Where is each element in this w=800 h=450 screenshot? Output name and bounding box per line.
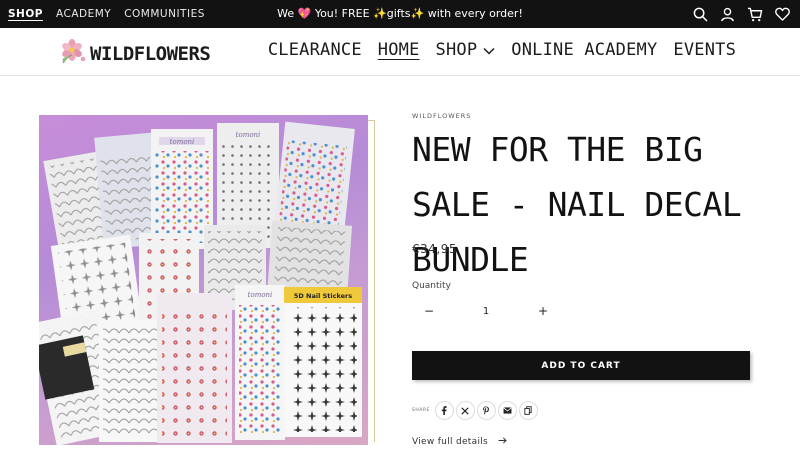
share-row: SHARE xyxy=(412,401,538,420)
quantity-plus-button[interactable]: + xyxy=(538,304,548,318)
chevron-down-icon xyxy=(483,40,495,60)
site-header: WILDFLOWERS CLEARANCE HOME SHOP ONLINE A… xyxy=(0,28,800,76)
main-nav: CLEARANCE HOME SHOP ONLINE ACADEMY EVENT… xyxy=(268,40,736,60)
announcement-text: We 💖 You! FREE ✨gifts✨ with every order! xyxy=(277,7,523,20)
tomoni-label-3: tomoni xyxy=(248,291,273,299)
logo-text: WILDFLOWERS xyxy=(90,43,211,65)
product-title: NEW FOR THE BIG SALE - NAIL DECAL BUNDLE xyxy=(412,130,742,279)
pinterest-icon[interactable] xyxy=(476,401,496,420)
product-price: €34,95 xyxy=(412,242,457,256)
product-image[interactable]: tomoni tomoni tomoni 5D Nail Stickers xyxy=(39,115,368,445)
search-icon[interactable] xyxy=(693,7,708,22)
wishlist-icon[interactable] xyxy=(775,7,790,21)
top-bar: SHOP ACADEMY COMMUNITIES We 💖 You! FREE … xyxy=(0,0,800,28)
product-photo-illustration: tomoni tomoni tomoni 5D Nail Stickers xyxy=(39,121,362,445)
nav-online-academy[interactable]: ONLINE ACADEMY xyxy=(511,40,657,60)
flower-logo-icon xyxy=(60,39,88,69)
quantity-minus-button[interactable]: − xyxy=(424,304,434,318)
top-nav: SHOP ACADEMY COMMUNITIES xyxy=(8,0,205,28)
arrow-right-icon xyxy=(498,437,507,447)
tomoni-label-2: tomoni xyxy=(236,131,261,139)
facebook-icon[interactable] xyxy=(434,401,454,420)
view-full-details-label: View full details xyxy=(412,437,489,447)
cart-icon[interactable] xyxy=(747,7,763,22)
email-icon[interactable] xyxy=(497,401,517,420)
x-icon[interactable] xyxy=(455,401,475,420)
copy-link-icon[interactable] xyxy=(518,401,538,420)
nav-clearance[interactable]: CLEARANCE xyxy=(268,40,362,60)
tomoni-label-1: tomoni xyxy=(170,138,195,146)
header-icons xyxy=(693,0,790,28)
add-to-cart-button[interactable]: ADD TO CART xyxy=(412,351,750,380)
product-vendor: WILDFLOWERS xyxy=(412,112,472,120)
quantity-input[interactable]: 1 xyxy=(483,306,489,317)
image-frame-accent xyxy=(368,120,375,442)
nav-shop[interactable]: SHOP xyxy=(436,40,496,60)
nav-shop-label: SHOP xyxy=(435,40,478,60)
quantity-stepper: − 1 + xyxy=(412,296,560,326)
share-label: SHARE xyxy=(412,408,430,413)
top-nav-communities[interactable]: COMMUNITIES xyxy=(124,8,205,20)
logo[interactable]: WILDFLOWERS xyxy=(60,39,211,69)
top-nav-shop[interactable]: SHOP xyxy=(8,8,43,20)
quantity-label: Quantity xyxy=(412,281,451,291)
nav-home[interactable]: HOME xyxy=(378,40,420,60)
nav-events[interactable]: EVENTS xyxy=(673,40,736,60)
top-nav-academy[interactable]: ACADEMY xyxy=(56,8,111,20)
account-icon[interactable] xyxy=(720,7,735,22)
view-full-details-link[interactable]: View full details xyxy=(412,437,507,447)
sticker-pack-label: 5D Nail Stickers xyxy=(294,292,352,300)
